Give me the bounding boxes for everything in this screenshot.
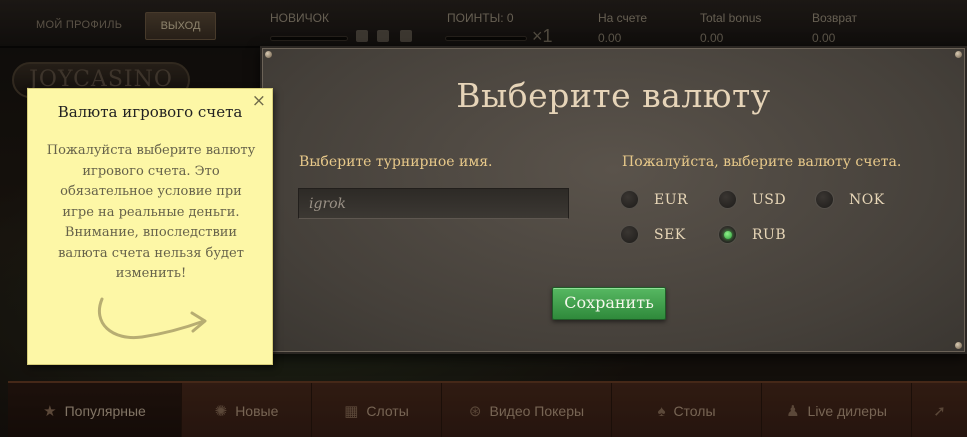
currency-option-rub[interactable]: RUB <box>718 225 786 244</box>
rivet <box>955 342 962 349</box>
save-button[interactable]: Сохранить <box>552 287 666 320</box>
tournament-name-input[interactable] <box>298 188 569 219</box>
radio-button[interactable] <box>718 190 737 209</box>
radio-button[interactable] <box>620 190 639 209</box>
currency-option-usd[interactable]: USD <box>718 190 786 209</box>
currency-code: RUB <box>752 226 787 243</box>
currency-code: NOK <box>849 191 885 208</box>
radio-button[interactable] <box>620 225 639 244</box>
curved-arrow-icon <box>97 297 207 340</box>
modal-title: Выберите валюту <box>456 76 771 115</box>
currency-modal: Выберите валюту Выберите турнирное имя. … <box>260 46 967 354</box>
radio-button-checked[interactable] <box>718 225 737 244</box>
tournament-name-label: Выберите турнирное имя. <box>299 154 493 170</box>
currency-option-sek[interactable]: SEK <box>620 225 686 244</box>
currency-code: USD <box>752 191 787 208</box>
currency-option-nok[interactable]: NOK <box>815 190 885 209</box>
rivet <box>265 51 272 58</box>
radio-button[interactable] <box>815 190 834 209</box>
currency-info-tooltip: × Валюта игрового счета Пожалуйста выбер… <box>27 88 273 365</box>
rivet <box>955 51 962 58</box>
tooltip-body: Пожалуйста выберите валюту игрового счет… <box>46 143 256 281</box>
currency-code: SEK <box>654 226 686 243</box>
currency-label: Пожалуйста, выберите валюту счета. <box>622 154 902 170</box>
tooltip-title: Валюта игрового счета <box>57 103 243 121</box>
currency-option-eur[interactable]: EUR <box>620 190 688 209</box>
currency-code: EUR <box>654 191 689 208</box>
